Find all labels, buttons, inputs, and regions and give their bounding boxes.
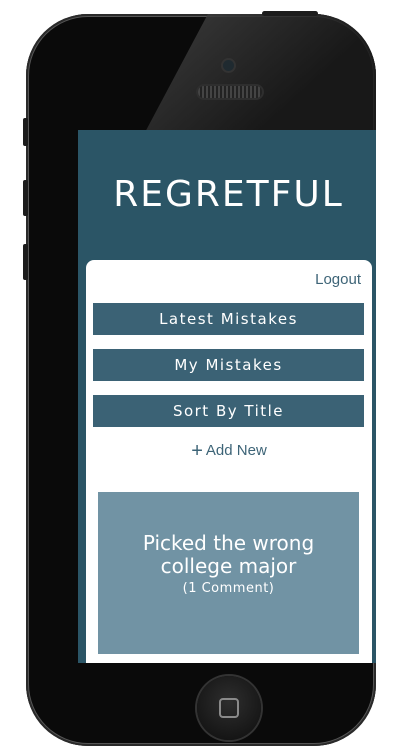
mistake-title: Picked the wrong college major xyxy=(98,532,359,578)
volume-down-button xyxy=(23,244,28,280)
plus-icon: + xyxy=(191,440,203,462)
home-square-icon xyxy=(219,698,239,718)
latest-mistakes-button[interactable]: Latest Mistakes xyxy=(93,303,364,335)
mistake-card[interactable]: Picked the wrong college major (1 Commen… xyxy=(98,492,359,654)
front-camera xyxy=(223,60,234,71)
sort-by-title-button[interactable]: Sort By Title xyxy=(93,395,364,427)
mistake-title-line-2: college major xyxy=(160,554,297,578)
mute-switch xyxy=(23,118,28,146)
my-mistakes-button[interactable]: My Mistakes xyxy=(93,349,364,381)
add-new-label: Add New xyxy=(205,442,267,459)
mistake-comment-count: (1 Comment) xyxy=(182,581,275,596)
earpiece-speaker xyxy=(198,86,262,98)
phone-frame: REGRETFUL Logout Latest Mistakes My Mist… xyxy=(26,14,376,746)
volume-up-button xyxy=(23,180,28,216)
app-title: REGRETFUL xyxy=(113,174,344,215)
mistake-title-line-1: Picked the wrong xyxy=(142,531,315,555)
phone-gloss xyxy=(144,14,376,134)
content-card: Logout Latest Mistakes My Mistakes Sort … xyxy=(86,260,372,663)
power-button xyxy=(262,11,318,16)
add-new-link[interactable]: + Add New xyxy=(86,440,372,463)
app-screen: REGRETFUL Logout Latest Mistakes My Mist… xyxy=(78,130,376,663)
logout-link[interactable]: Logout xyxy=(315,271,361,288)
home-button[interactable] xyxy=(197,676,261,740)
